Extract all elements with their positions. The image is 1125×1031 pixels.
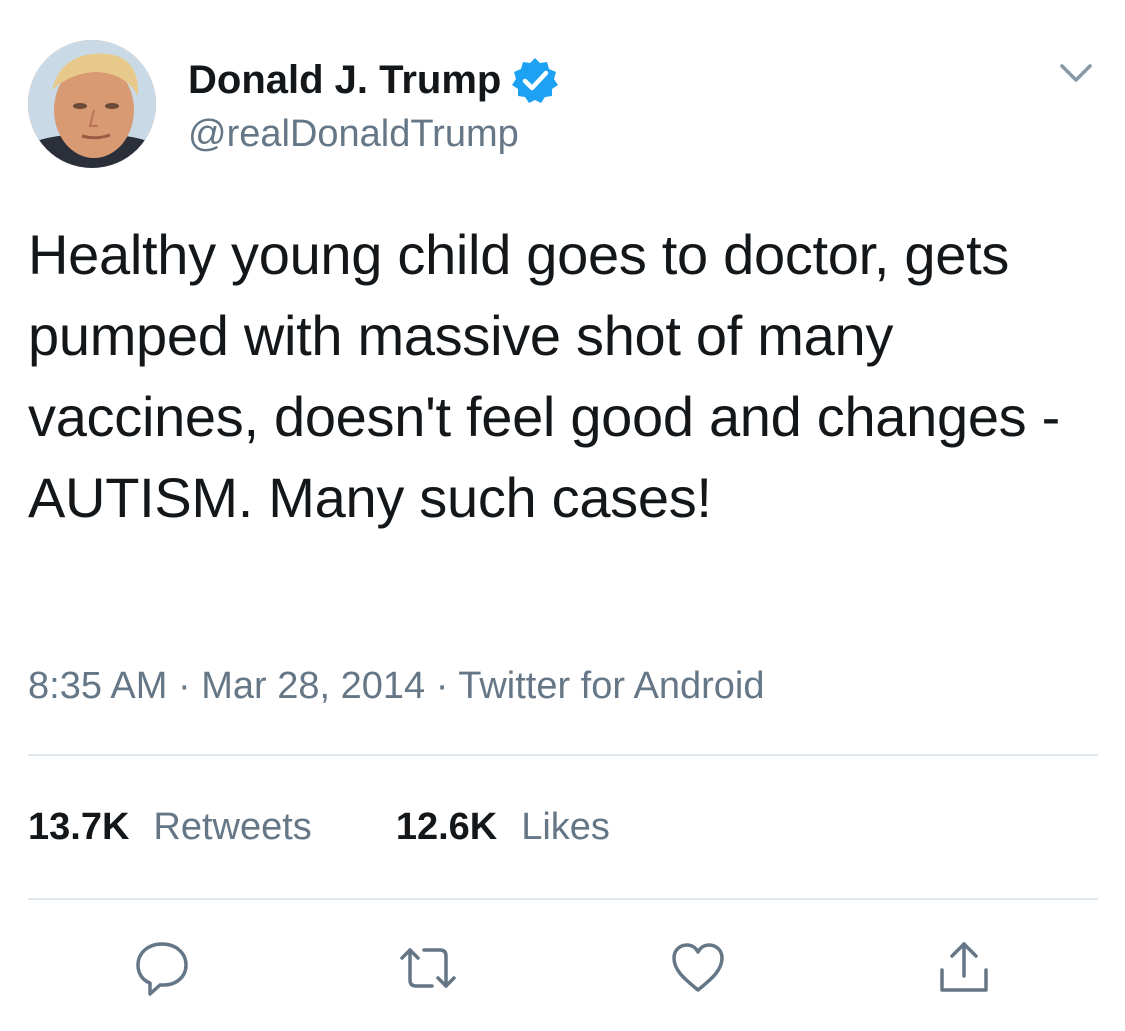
meta-separator: · — [177, 665, 191, 707]
divider — [28, 754, 1098, 756]
meta-separator: · — [435, 665, 449, 707]
display-name[interactable]: Donald J. Trump — [188, 56, 559, 104]
chevron-down-icon[interactable] — [1058, 58, 1094, 88]
likes-stat[interactable]: 12.6K Likes — [396, 804, 610, 850]
tweet-meta: 8:35 AM · Mar 28, 2014 · Twitter for And… — [28, 664, 764, 708]
verified-badge-icon — [511, 56, 559, 104]
user-handle[interactable]: @realDonaldTrump — [188, 112, 519, 156]
reply-icon[interactable] — [130, 936, 194, 1000]
tweet-time: 8:35 AM — [28, 665, 168, 707]
like-icon[interactable] — [666, 936, 730, 1000]
avatar-portrait — [28, 40, 156, 168]
display-name-text: Donald J. Trump — [188, 58, 502, 102]
avatar[interactable] — [28, 40, 156, 168]
tweet-stats: 13.7K Retweets 12.6K Likes — [28, 804, 610, 850]
tweet-source[interactable]: Twitter for Android — [458, 665, 764, 707]
tweet-text: Healthy young child goes to doctor, gets… — [28, 223, 1060, 529]
share-icon[interactable] — [932, 936, 996, 1000]
divider — [28, 898, 1098, 900]
tweet-detail: Donald J. Trump @realDonaldTrump Healthy… — [0, 0, 1125, 1031]
likes-label: Likes — [521, 806, 610, 848]
tweet-date: Mar 28, 2014 — [201, 665, 426, 707]
likes-count: 12.6K — [395, 806, 498, 848]
retweets-label: Retweets — [153, 806, 312, 848]
retweets-stat[interactable]: 13.7K Retweets — [28, 804, 312, 850]
retweet-icon[interactable] — [396, 936, 460, 1000]
retweets-count: 13.7K — [28, 806, 130, 848]
